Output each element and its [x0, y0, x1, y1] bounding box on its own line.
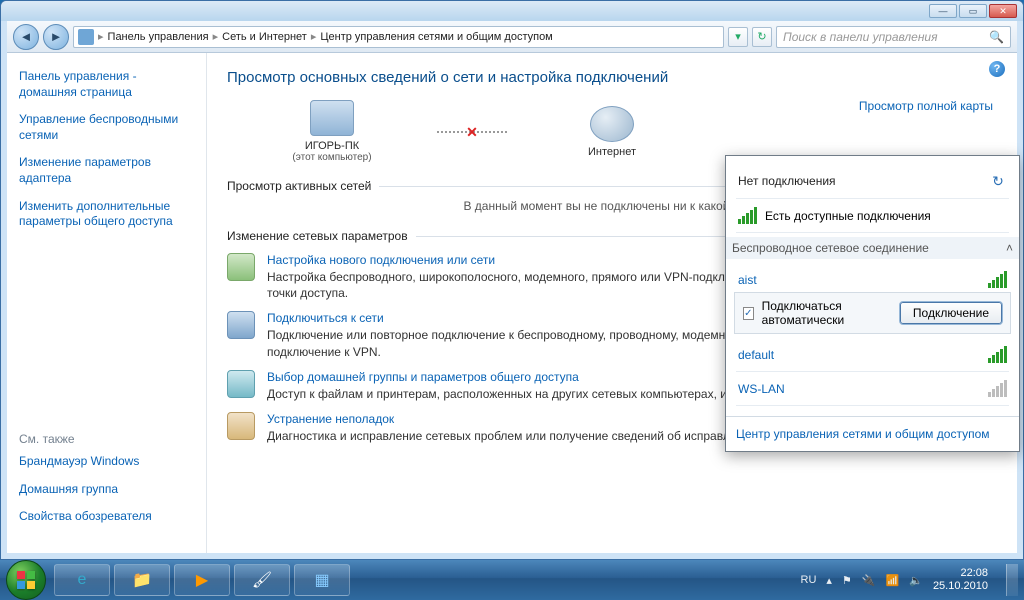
connection-line-broken: ✕	[437, 131, 507, 133]
power-icon[interactable]: 🔌	[862, 574, 876, 587]
wireless-group-label: Беспроводное сетевое соединение	[732, 241, 929, 255]
search-icon: 🔍	[989, 30, 1004, 44]
chevron-right-icon: ▸	[213, 30, 219, 43]
homegroup-icon	[227, 370, 255, 398]
open-network-center-link[interactable]: Центр управления сетями и общим доступом	[726, 416, 1019, 451]
volume-icon[interactable]: 🔈	[909, 574, 923, 587]
back-button[interactable]: ◄	[13, 24, 39, 50]
taskbar-ie[interactable]: e	[54, 564, 110, 596]
seealso-firewall[interactable]: Брандмауэр Windows	[19, 454, 194, 470]
address-bar: ◄ ► ▸ Панель управления ▸ Сеть и Интерне…	[7, 21, 1017, 53]
folder-icon: 📁	[132, 570, 152, 590]
seealso-internet-options[interactable]: Свойства обозревателя	[19, 509, 194, 525]
connect-panel: ✓ Подключаться автоматически Подключение	[734, 292, 1011, 334]
sidebar-wireless-link[interactable]: Управление беспроводными сетями	[19, 112, 194, 143]
time-text: 22:08	[933, 567, 988, 580]
no-connection-label: Нет подключения	[738, 174, 836, 188]
sidebar: Панель управления - домашняя страница Уп…	[7, 53, 207, 553]
connect-button[interactable]: Подключение	[900, 302, 1002, 324]
crumb-control-panel[interactable]: Панель управления	[108, 31, 209, 43]
x-mark-icon: ✕	[466, 124, 478, 141]
change-settings-label: Изменение сетевых параметров	[227, 229, 408, 243]
network-item-default[interactable]: default	[736, 338, 1009, 372]
help-icon[interactable]: ?	[989, 61, 1005, 77]
internet-node: Интернет	[547, 106, 677, 158]
see-also-label: См. также	[19, 432, 194, 446]
signal-bars-icon	[988, 271, 1007, 288]
wifi-status-row: Нет подключения ↻	[736, 164, 1009, 199]
refresh-button[interactable]: ↻	[752, 27, 772, 47]
taskbar-sidebar[interactable]: ▦	[294, 564, 350, 596]
show-desktop-button[interactable]	[1006, 564, 1018, 596]
ie-icon: e	[78, 571, 87, 589]
start-button[interactable]	[6, 560, 46, 600]
breadcrumb[interactable]: ▸ Панель управления ▸ Сеть и Интернет ▸ …	[73, 26, 724, 48]
sidebar-adapter-link[interactable]: Изменение параметров адаптера	[19, 155, 194, 186]
paint-icon: 🖌	[252, 570, 272, 590]
dropdown-button[interactable]: ▾	[728, 27, 748, 47]
task-desc: Диагностика и исправление сетевых пробле…	[267, 428, 760, 444]
forward-button[interactable]: ►	[43, 24, 69, 50]
wireless-group-header[interactable]: Беспроводное сетевое соединение ˄	[726, 237, 1019, 259]
troubleshoot-icon	[227, 412, 255, 440]
seealso-homegroup[interactable]: Домашняя группа	[19, 482, 194, 498]
auto-connect-label: Подключаться автоматически	[762, 299, 892, 327]
chevron-up-icon: ˄	[1006, 241, 1013, 255]
date-text: 25.10.2010	[933, 580, 988, 593]
close-button[interactable]: ✕	[989, 4, 1017, 18]
gadget-icon: ▦	[314, 570, 329, 590]
crumb-sharing-center[interactable]: Центр управления сетями и общим доступом	[320, 31, 552, 43]
taskbar-media[interactable]: ▶	[174, 564, 230, 596]
auto-connect-checkbox[interactable]: ✓	[743, 307, 754, 320]
crumb-network-internet[interactable]: Сеть и Интернет	[222, 31, 307, 43]
internet-label: Интернет	[547, 146, 677, 158]
task-troubleshoot-link[interactable]: Устранение неполадок	[267, 412, 760, 426]
pc-sub: (этот компьютер)	[267, 152, 397, 163]
sidebar-home-link[interactable]: Панель управления - домашняя страница	[19, 69, 194, 100]
wifi-available-row: Есть доступные подключения	[736, 199, 1009, 233]
tray-expand-icon[interactable]: ▴	[826, 574, 832, 587]
taskbar: e 📁 ▶ 🖌 ▦ RU ▴ ⚑ 🔌 📶 🔈 22:08 25.10.2010	[0, 560, 1024, 600]
signal-bars-icon	[988, 380, 1007, 397]
network-item-wslan[interactable]: WS-LAN	[736, 372, 1009, 406]
signal-bars-icon	[738, 207, 757, 224]
network-item-aist[interactable]: aist	[736, 263, 1009, 288]
globe-icon	[590, 106, 634, 142]
active-networks-label: Просмотр активных сетей	[227, 179, 371, 193]
lang-indicator[interactable]: RU	[801, 574, 817, 586]
connect-network-icon	[227, 311, 255, 339]
view-full-map-link[interactable]: Просмотр полной карты	[859, 99, 993, 113]
clock[interactable]: 22:08 25.10.2010	[933, 567, 988, 592]
minimize-button[interactable]: —	[929, 4, 957, 18]
new-connection-icon	[227, 253, 255, 281]
taskbar-explorer[interactable]: 📁	[114, 564, 170, 596]
control-panel-icon	[78, 29, 94, 45]
available-label: Есть доступные подключения	[765, 209, 931, 223]
media-icon: ▶	[196, 570, 208, 590]
wifi-flyout: Нет подключения ↻ Есть доступные подключ…	[725, 155, 1020, 452]
this-pc-node: ИГОРЬ-ПК (этот компьютер)	[267, 100, 397, 163]
network-name: default	[738, 348, 774, 362]
system-tray: RU ▴ ⚑ 🔌 📶 🔈 22:08 25.10.2010	[801, 564, 1018, 596]
search-placeholder: Поиск в панели управления	[783, 30, 938, 44]
sidebar-advanced-sharing-link[interactable]: Изменить дополнительные параметры общего…	[19, 199, 194, 230]
chevron-right-icon: ▸	[311, 30, 317, 43]
maximize-button[interactable]: ▭	[959, 4, 987, 18]
chevron-right-icon: ▸	[98, 30, 104, 43]
page-title: Просмотр основных сведений о сети и наст…	[227, 69, 997, 86]
refresh-icon[interactable]: ↻	[989, 172, 1007, 190]
titlebar: — ▭ ✕	[1, 1, 1023, 21]
signal-bars-icon	[988, 346, 1007, 363]
action-center-icon[interactable]: ⚑	[842, 574, 852, 587]
network-name: aist	[738, 273, 757, 287]
search-input[interactable]: Поиск в панели управления 🔍	[776, 26, 1011, 48]
network-icon[interactable]: 📶	[886, 574, 900, 587]
computer-icon	[310, 100, 354, 136]
pc-name: ИГОРЬ-ПК	[267, 140, 397, 152]
taskbar-paint[interactable]: 🖌	[234, 564, 290, 596]
network-name: WS-LAN	[738, 382, 785, 396]
